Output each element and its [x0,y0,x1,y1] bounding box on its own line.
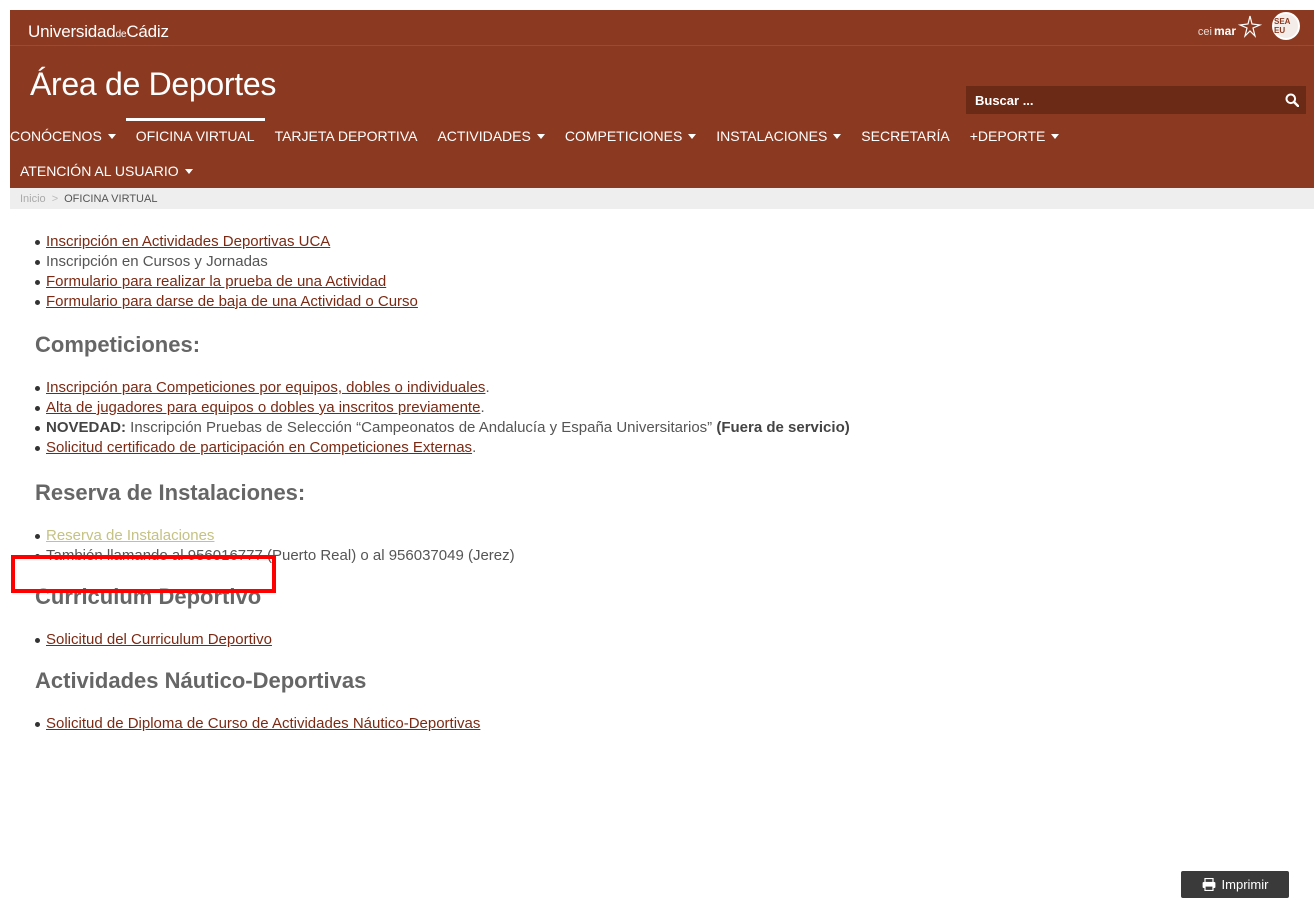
site-header: Área de Deportes [10,46,1314,118]
section-title-reserva: Reserva de Instalaciones: [35,480,306,505]
link-reserva-instalaciones[interactable]: Reserva de Instalaciones [46,527,214,544]
activities-list: Inscripción en Actividades Deportivas UC… [35,232,1285,312]
starfish-icon [1238,15,1262,38]
brand-text: Universidad [28,22,116,41]
highlight-box [11,555,276,593]
link-alta-jugadores[interactable]: Alta de jugadores para equipos o dobles … [46,399,480,416]
search-icon[interactable] [1278,86,1306,114]
link-inscripcion-actividades[interactable]: Inscripción en Actividades Deportivas UC… [46,233,330,250]
site-title[interactable]: Área de Deportes [30,66,276,103]
section-title-nautico: Actividades Náutico-Deportivas [35,668,367,693]
section-title-competiciones: Competiciones: [35,332,201,357]
novedad-text: Inscripción Pruebas de Selección “Campeo… [126,419,717,436]
search-box [966,86,1306,114]
print-button[interactable]: Imprimir [1181,871,1289,898]
caret-down-icon [833,133,842,139]
nav-item-instalaciones[interactable]: INSTALACIONES [706,118,851,153]
seaeu-logo[interactable]: SEA EU [1272,12,1300,40]
caret-down-icon [1051,133,1060,139]
list-item: Solicitud de Diploma de Curso de Activid… [35,714,1285,734]
list-item: Formulario para darse de baja de una Act… [35,292,1285,312]
caret-down-icon [688,133,697,139]
nautical-list: Solicitud de Diploma de Curso de Activid… [35,714,1285,734]
list-item: Solicitud certificado de participación e… [35,438,1285,458]
ceimar-text-b: mar [1213,24,1236,38]
nav-item-actividades[interactable]: ACTIVIDADES [427,118,554,153]
list-item: Reserva de Instalaciones [35,526,1285,546]
nav-item-oficina-virtual[interactable]: OFICINA VIRTUAL [125,118,265,153]
list-item: Solicitud del Curriculum Deportivo [35,630,1285,650]
list-item: Formulario para realizar la prueba de un… [35,272,1285,292]
ceimar-logo[interactable]: cei mar [1198,14,1262,38]
nav-item-secretaria[interactable]: SECRETARÍA [851,118,959,153]
list-item: Alta de jugadores para equipos o dobles … [35,398,1285,418]
brand-text-city: Cádiz [126,22,169,41]
nav-row-1: CONÓCENOS OFICINA VIRTUAL TARJETA DEPORT… [10,118,1069,153]
link-diploma-nautico[interactable]: Solicitud de Diploma de Curso de Activid… [46,715,480,732]
nav-item-atencion-usuario[interactable]: ATENCIÓN AL USUARIO [10,153,203,188]
link-inscripcion-competiciones[interactable]: Inscripción para Competiciones por equip… [46,379,485,396]
main-content: Inscripción en Actividades Deportivas UC… [35,232,1285,734]
ceimar-text-a: cei [1197,26,1212,38]
main-nav: CONÓCENOS OFICINA VIRTUAL TARJETA DEPORT… [10,118,1314,188]
text-inscripcion-cursos: Inscripción en Cursos y Jornadas [46,253,268,270]
link-certificado-participacion[interactable]: Solicitud certificado de participación e… [46,439,472,456]
nav-item-competiciones[interactable]: COMPETICIONES [555,118,706,153]
out-of-service-note: (Fuera de servicio) [716,419,850,436]
brand-text-small: de [115,29,127,40]
breadcrumb-home[interactable]: Inicio [20,193,46,205]
seal-text: SEA EU [1274,17,1291,35]
curriculum-list: Solicitud del Curriculum Deportivo [35,630,1285,650]
print-label: Imprimir [1221,877,1269,892]
nav-item-tarjeta-deportiva[interactable]: TARJETA DEPORTIVA [265,118,428,153]
breadcrumb-separator: > [51,192,59,205]
nav-row-2: ATENCIÓN AL USUARIO [10,153,203,188]
search-input[interactable] [966,92,1278,108]
caret-down-icon [184,168,193,174]
nav-item-conocenos[interactable]: CONÓCENOS [10,118,126,153]
list-item: Inscripción en Cursos y Jornadas [35,252,1285,272]
nav-item-mas-deporte[interactable]: +DEPORTE [960,118,1070,153]
link-curriculum-deportivo[interactable]: Solicitud del Curriculum Deportivo [46,631,272,648]
list-item: Inscripción en Actividades Deportivas UC… [35,232,1285,252]
link-prueba-actividad[interactable]: Formulario para realizar la prueba de un… [46,273,386,290]
printer-icon [1202,878,1215,891]
university-logo[interactable]: UniversidaddeCádiz [28,22,169,42]
competitions-list: Inscripción para Competiciones por equip… [35,378,1285,458]
list-item: Inscripción para Competiciones por equip… [35,378,1285,398]
caret-down-icon [536,133,545,139]
novedad-label: NOVEDAD: [46,419,127,436]
breadcrumb: Inicio > OFICINA VIRTUAL [10,188,1314,209]
list-item: NOVEDAD: Inscripción Pruebas de Selecció… [35,418,1285,438]
caret-down-icon [107,133,116,139]
partner-logos: cei mar SEA EU [1198,12,1300,40]
link-baja-actividad[interactable]: Formulario para darse de baja de una Act… [46,293,418,310]
university-bar: UniversidaddeCádiz cei mar SEA EU [10,10,1314,46]
breadcrumb-current: OFICINA VIRTUAL [64,192,158,205]
